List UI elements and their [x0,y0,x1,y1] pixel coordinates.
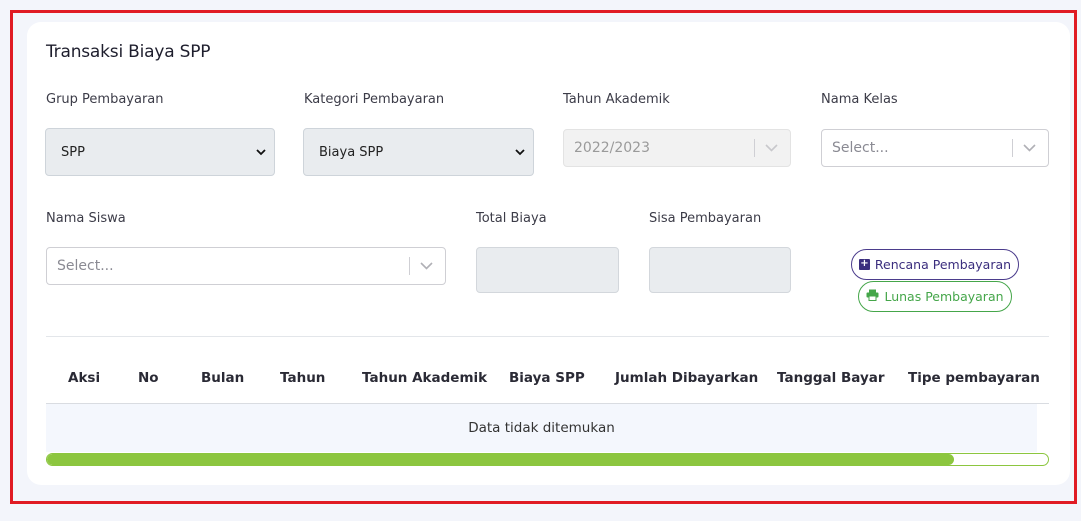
nama-kelas-select[interactable]: Select... [821,129,1049,167]
table-scrollbar-progress[interactable] [46,453,1049,466]
nama-kelas-label: Nama Kelas [821,92,898,107]
rencana-pembayaran-button[interactable]: + Rencana Pembayaran [851,249,1019,280]
empty-message: Data tidak ditemukan [468,420,615,436]
plus-square-icon: + [858,258,870,270]
rencana-pembayaran-label: Rencana Pembayaran [874,257,1012,272]
total-biaya-field [476,247,619,293]
column-header-jumlah-dibayarkan: Jumlah Dibayarkan [615,370,759,386]
kategori-pembayaran-label: Kategori Pembayaran [304,92,445,107]
tahun-akademik-label: Tahun Akademik [563,92,670,107]
kategori-pembayaran-select[interactable]: Biaya SPP [303,128,534,176]
sisa-pembayaran-label: Sisa Pembayaran [649,211,762,226]
column-header-tahun-akademik: Tahun Akademik [362,370,488,386]
nama-kelas-placeholder: Select... [832,140,889,156]
nama-siswa-label: Nama Siswa [46,211,126,226]
chevron-down-icon [515,145,525,159]
grup-pembayaran-select[interactable]: SPP [45,128,275,176]
total-biaya-label: Total Biaya [476,211,547,226]
column-header-aksi: Aksi [68,370,101,386]
tahun-akademik-value: 2022/2023 [574,140,650,156]
table-empty-row: Data tidak ditemukan [46,404,1037,452]
chevron-down-icon [256,145,266,159]
card-title: Transaksi Biaya SPP [46,42,211,62]
nama-siswa-placeholder: Select... [57,258,114,274]
column-header-bulan: Bulan [201,370,245,386]
tahun-akademik-select: 2022/2023 [563,129,791,167]
column-header-no: No [138,370,159,386]
sisa-pembayaran-field [649,247,791,293]
chevron-down-icon[interactable] [1023,141,1036,155]
printer-icon [866,289,879,304]
column-header-tipe-pembayaran: Tipe pembayaran [908,370,1040,386]
indicator-separator [1012,139,1013,157]
nama-siswa-select[interactable]: Select... [46,247,446,285]
column-header-tahun: Tahun [280,370,326,386]
progress-fill [47,454,954,465]
column-header-biaya-spp: Biaya SPP [509,370,585,386]
grup-pembayaran-label: Grup Pembayaran [46,92,164,107]
lunas-pembayaran-button[interactable]: Lunas Pembayaran [858,281,1012,312]
indicator-separator [409,257,410,275]
kategori-pembayaran-value: Biaya SPP [319,144,384,160]
section-divider [46,336,1049,337]
grup-pembayaran-value: SPP [61,144,85,160]
chevron-down-icon[interactable] [420,259,433,273]
column-header-tanggal-bayar: Tanggal Bayar [777,370,885,386]
indicator-separator [754,139,755,157]
lunas-pembayaran-label: Lunas Pembayaran [884,289,1004,304]
chevron-down-icon [765,141,778,155]
